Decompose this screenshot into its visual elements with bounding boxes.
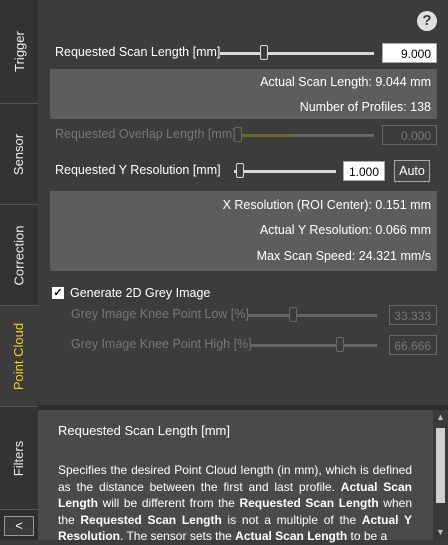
y-resolution-row: Requested Y Resolution [mm] 1.000 Auto (38, 159, 448, 183)
slider-track (251, 344, 377, 347)
help-scrollbar[interactable]: ▲ ▼ (433, 410, 448, 540)
overlap-input: 0.000 (382, 125, 437, 145)
slider-thumb (336, 337, 344, 352)
actual-y-resolution: Actual Y Resolution: 0.066 mm (259, 223, 431, 237)
overlap-slider (234, 123, 374, 147)
help-text-segment: Requested Scan Length (239, 496, 379, 510)
slider-thumb (234, 127, 242, 142)
grey-image-label: Generate 2D Grey Image (70, 286, 211, 300)
tab-sensor[interactable]: Sensor (0, 104, 38, 205)
help-text-segment: Requested Scan Length (80, 512, 222, 527)
scroll-down-arrow-icon[interactable]: ▼ (433, 527, 448, 539)
tab-filters[interactable]: Filters (0, 407, 38, 510)
tab-trigger[interactable]: Trigger (0, 0, 38, 104)
help-panel: Requested Scan Length [mm] Specifies the… (38, 410, 433, 543)
help-text-segment: will be different from the (98, 496, 240, 510)
scan-length-input[interactable]: 9.000 (382, 43, 437, 63)
knee-high-slider (251, 333, 377, 357)
tab-point-cloud[interactable]: Point Cloud (0, 306, 38, 407)
actual-scan-length: Actual Scan Length: 9.044 mm (260, 75, 431, 89)
x-resolution: X Resolution (ROI Center): 0.151 mm (222, 198, 431, 212)
scan-info-panel: Actual Scan Length: 9.044 mm Number of P… (50, 69, 437, 119)
overlap-label: Requested Overlap Length [mm] (55, 127, 236, 141)
scan-length-label: Requested Scan Length [mm] (55, 45, 221, 59)
auto-button[interactable]: Auto (394, 160, 430, 182)
scan-length-slider[interactable] (220, 41, 374, 65)
point-cloud-panel: ? Requested Scan Length [mm] 9.000 Actua… (38, 0, 448, 405)
help-text-segment: . The sensor sets the (120, 529, 236, 543)
y-resolution-input[interactable]: 1.000 (343, 161, 385, 181)
slider-thumb[interactable] (260, 45, 268, 60)
tab-label: Trigger (11, 31, 27, 72)
resolution-info-panel: X Resolution (ROI Center): 0.151 mm Actu… (50, 191, 437, 271)
help-body: Specifies the desired Point Cloud length… (58, 462, 412, 545)
number-of-profiles: Number of Profiles: 138 (299, 100, 431, 114)
max-scan-speed: Max Scan Speed: 24.321 mm/s (256, 249, 431, 263)
tab-correction[interactable]: Correction (0, 205, 38, 306)
slider-thumb[interactable] (236, 163, 244, 178)
slider-thumb (289, 307, 297, 322)
tab-label: Point Cloud (11, 322, 27, 390)
knee-high-label: Grey Image Knee Point High [%] (71, 337, 252, 351)
knee-low-row: Grey Image Knee Point Low [%] 33.333 (38, 303, 448, 327)
help-icon[interactable]: ? (417, 11, 437, 31)
y-resolution-label: Requested Y Resolution [mm] (55, 163, 221, 177)
knee-low-slider (247, 303, 377, 327)
tab-label: Filters (11, 440, 27, 476)
help-text-segment: Actual Scan Length (235, 529, 348, 543)
slider-track (220, 52, 374, 55)
scroll-thumb[interactable] (436, 428, 445, 503)
scan-length-row: Requested Scan Length [mm] 9.000 (38, 41, 448, 65)
overlap-row: Requested Overlap Length [mm] 0.000 (38, 123, 448, 147)
help-text-segment: is not a multiple of the (221, 512, 362, 527)
help-title: Requested Scan Length [mm] (58, 423, 230, 438)
knee-high-row: Grey Image Knee Point High [%] 66.666 (38, 333, 448, 357)
y-resolution-slider[interactable] (234, 159, 336, 183)
grey-image-checkbox[interactable]: ✓ (52, 287, 64, 299)
knee-high-input: 66.666 (389, 335, 437, 355)
tab-label: Correction (11, 225, 27, 285)
slider-fill (236, 134, 291, 137)
collapse-button[interactable]: < (4, 516, 34, 536)
scroll-up-arrow-icon[interactable]: ▲ (433, 412, 448, 424)
knee-low-label: Grey Image Knee Point Low [%] (71, 307, 249, 321)
sidebar: Trigger Sensor Correction Point Cloud Fi… (0, 0, 38, 540)
knee-low-input: 33.333 (389, 305, 437, 325)
help-text-segment: to be a (347, 529, 388, 543)
slider-track (247, 314, 377, 317)
tab-label: Sensor (11, 133, 27, 175)
slider-track (234, 170, 336, 173)
